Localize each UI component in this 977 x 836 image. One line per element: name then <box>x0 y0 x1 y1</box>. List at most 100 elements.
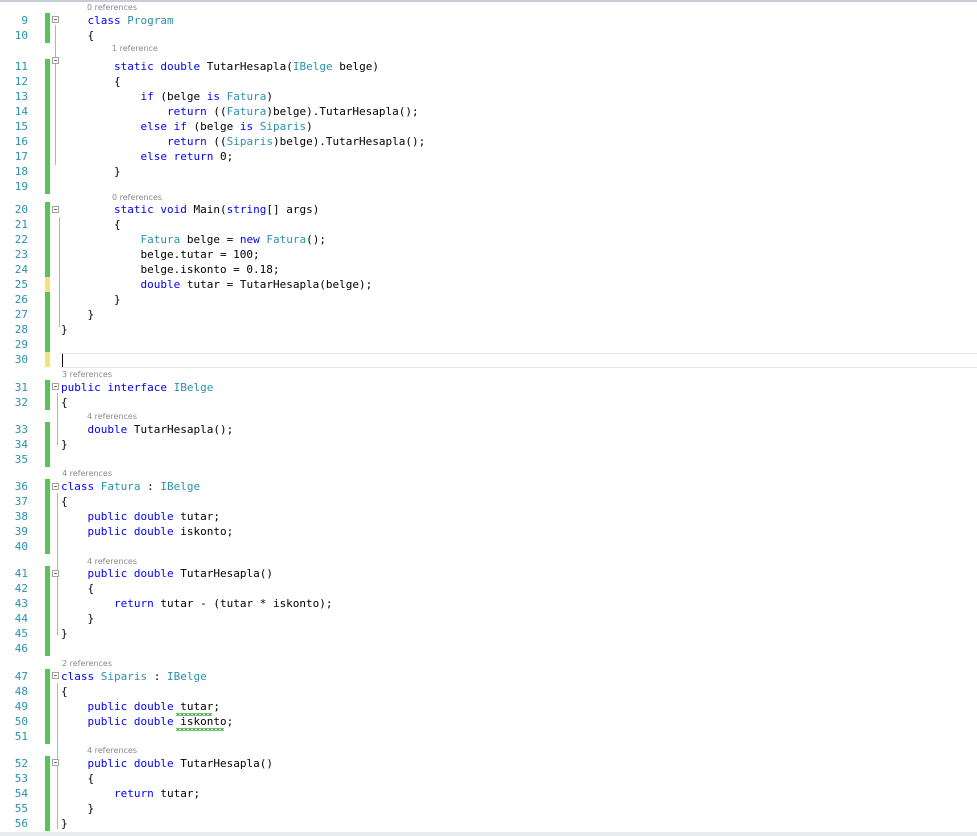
code-text[interactable]: { <box>61 494 68 509</box>
code-line[interactable]: 10 { <box>0 28 977 43</box>
code-text[interactable]: public double TutarHesapla() <box>61 566 273 581</box>
code-line[interactable]: 29 <box>0 337 977 352</box>
code-line[interactable]: 45} <box>0 626 977 641</box>
code-line[interactable]: 33 double TutarHesapla(); <box>0 422 977 437</box>
code-line[interactable]: 21 { <box>0 217 977 232</box>
code-text[interactable]: { <box>61 684 68 699</box>
code-line[interactable]: 25 double tutar = TutarHesapla(belge); <box>0 277 977 292</box>
horizontal-scrollbar[interactable] <box>0 832 977 836</box>
line-number: 38 <box>14 510 28 523</box>
code-text[interactable]: { <box>61 395 68 410</box>
code-text[interactable]: class Program <box>61 13 174 28</box>
code-line[interactable]: 19 <box>0 179 977 194</box>
code-line[interactable]: 55 } <box>0 801 977 816</box>
code-text[interactable]: public interface IBelge <box>61 380 213 395</box>
code-text[interactable]: public double tutar; <box>61 699 220 714</box>
code-editor[interactable]: 0 references 1 reference 0 references 3 … <box>0 0 977 836</box>
code-text[interactable]: static void Main(string[] args) <box>61 202 319 217</box>
code-text[interactable]: if (belge is Fatura) <box>61 89 272 104</box>
code-text[interactable]: } <box>61 801 94 816</box>
code-text[interactable]: } <box>61 626 68 641</box>
codelens-ibelge-references[interactable]: 3 references <box>62 370 112 380</box>
codelens-fatura-references[interactable]: 4 references <box>62 469 112 479</box>
code-line[interactable]: 17 else return 0; <box>0 149 977 164</box>
code-text[interactable]: { <box>61 217 121 232</box>
code-line[interactable]: 35 <box>0 452 977 467</box>
code-line[interactable]: 12 { <box>0 74 977 89</box>
code-text[interactable]: } <box>61 437 68 452</box>
code-line[interactable]: 41 public double TutarHesapla() <box>0 566 977 581</box>
code-line[interactable]: 31 public interface IBelge <box>0 380 977 395</box>
code-text[interactable]: double tutar = TutarHesapla(belge); <box>61 277 372 292</box>
code-line[interactable]: 54 return tutar; <box>0 786 977 801</box>
code-text[interactable]: return ((Siparis)belge).TutarHesapla(); <box>61 134 425 149</box>
code-line[interactable]: 14 return ((Fatura)belge).TutarHesapla()… <box>0 104 977 119</box>
code-text[interactable]: Fatura belge = new Fatura(); <box>61 232 325 247</box>
code-line[interactable]: 36 class Fatura : IBelge <box>0 479 977 494</box>
code-text[interactable]: public double iskonto; <box>61 714 234 729</box>
code-line[interactable]: 22 Fatura belge = new Fatura(); <box>0 232 977 247</box>
code-line[interactable]: 28} <box>0 322 977 337</box>
code-line[interactable]: 43 return tutar - (tutar * iskonto); <box>0 596 977 611</box>
code-text[interactable]: return tutar; <box>61 786 200 801</box>
code-text[interactable]: { <box>61 581 94 596</box>
code-line[interactable]: 44 } <box>0 611 977 626</box>
code-text[interactable]: } <box>61 816 68 831</box>
code-text[interactable]: return ((Fatura)belge).TutarHesapla(); <box>61 104 419 119</box>
code-line[interactable]: 52 public double TutarHesapla() <box>0 756 977 771</box>
code-line[interactable]: 47 class Siparis : IBelge <box>0 669 977 684</box>
code-text[interactable]: double TutarHesapla(); <box>61 422 234 437</box>
code-line[interactable]: 9 class Program <box>0 13 977 28</box>
code-text[interactable]: { <box>61 74 121 89</box>
code-line[interactable]: 20 static void Main(string[] args) <box>0 202 977 217</box>
code-line[interactable]: 46 <box>0 641 977 656</box>
code-text[interactable]: { <box>61 771 94 786</box>
code-text[interactable]: public double tutar; <box>61 509 220 524</box>
codelens-siparis-method-references[interactable]: 4 references <box>87 746 137 756</box>
code-text[interactable]: class Siparis : IBelge <box>61 669 207 684</box>
code-line[interactable]: 15 else if (belge is Siparis) <box>0 119 977 134</box>
code-line[interactable]: 30 <box>0 352 977 367</box>
code-line[interactable]: 13 if (belge is Fatura) <box>0 89 977 104</box>
code-line[interactable]: 27 } <box>0 307 977 322</box>
code-line[interactable]: 11 static double TutarHesapla(IBelge bel… <box>0 59 977 74</box>
code-line[interactable]: 48 { <box>0 684 977 699</box>
code-text[interactable]: static double TutarHesapla(IBelge belge) <box>61 59 379 74</box>
codelens-tutarhesapla-references[interactable]: 1 reference <box>112 44 158 54</box>
code-text[interactable]: } <box>61 611 94 626</box>
code-line[interactable]: 42 { <box>0 581 977 596</box>
codelens-ibelge-method-references[interactable]: 4 references <box>87 412 137 422</box>
code-line[interactable]: 26 } <box>0 292 977 307</box>
code-line[interactable]: 39 public double iskonto; <box>0 524 977 539</box>
code-text[interactable]: } <box>61 322 68 337</box>
code-line[interactable]: 18 } <box>0 164 977 179</box>
code-line[interactable]: 38 public double tutar; <box>0 509 977 524</box>
code-line[interactable]: 53 { <box>0 771 977 786</box>
codelens-siparis-references[interactable]: 2 references <box>62 659 112 669</box>
code-text[interactable]: else return 0; <box>61 149 233 164</box>
code-text[interactable]: class Fatura : IBelge <box>61 479 200 494</box>
code-line[interactable]: 24 belge.iskonto = 0.18; <box>0 262 977 277</box>
code-line[interactable]: 23 belge.tutar = 100; <box>0 247 977 262</box>
code-text[interactable]: } <box>61 307 94 322</box>
code-text[interactable]: public double iskonto; <box>61 524 234 539</box>
code-text[interactable]: { <box>61 28 94 43</box>
code-text[interactable]: } <box>61 292 121 307</box>
code-line[interactable]: 37 { <box>0 494 977 509</box>
code-text[interactable]: public double TutarHesapla() <box>61 756 273 771</box>
codelens-program-references[interactable]: 0 references <box>87 3 137 13</box>
line-number: 34 <box>14 438 28 451</box>
code-line[interactable]: 40 <box>0 539 977 554</box>
code-line[interactable]: 50 public double iskonto; <box>0 714 977 729</box>
code-line[interactable]: 49 public double tutar; <box>0 699 977 714</box>
code-text[interactable]: belge.tutar = 100; <box>61 247 259 262</box>
code-line[interactable]: 34} <box>0 437 977 452</box>
code-text[interactable]: return tutar - (tutar * iskonto); <box>61 596 333 611</box>
code-line[interactable]: 16 return ((Siparis)belge).TutarHesapla(… <box>0 134 977 149</box>
code-text[interactable]: else if (belge is Siparis) <box>61 119 312 134</box>
code-text[interactable]: belge.iskonto = 0.18; <box>61 262 279 277</box>
code-line[interactable]: 32 { <box>0 395 977 410</box>
code-text[interactable]: } <box>61 164 121 179</box>
code-line[interactable]: 51 <box>0 729 977 744</box>
code-line[interactable]: 56} <box>0 816 977 831</box>
